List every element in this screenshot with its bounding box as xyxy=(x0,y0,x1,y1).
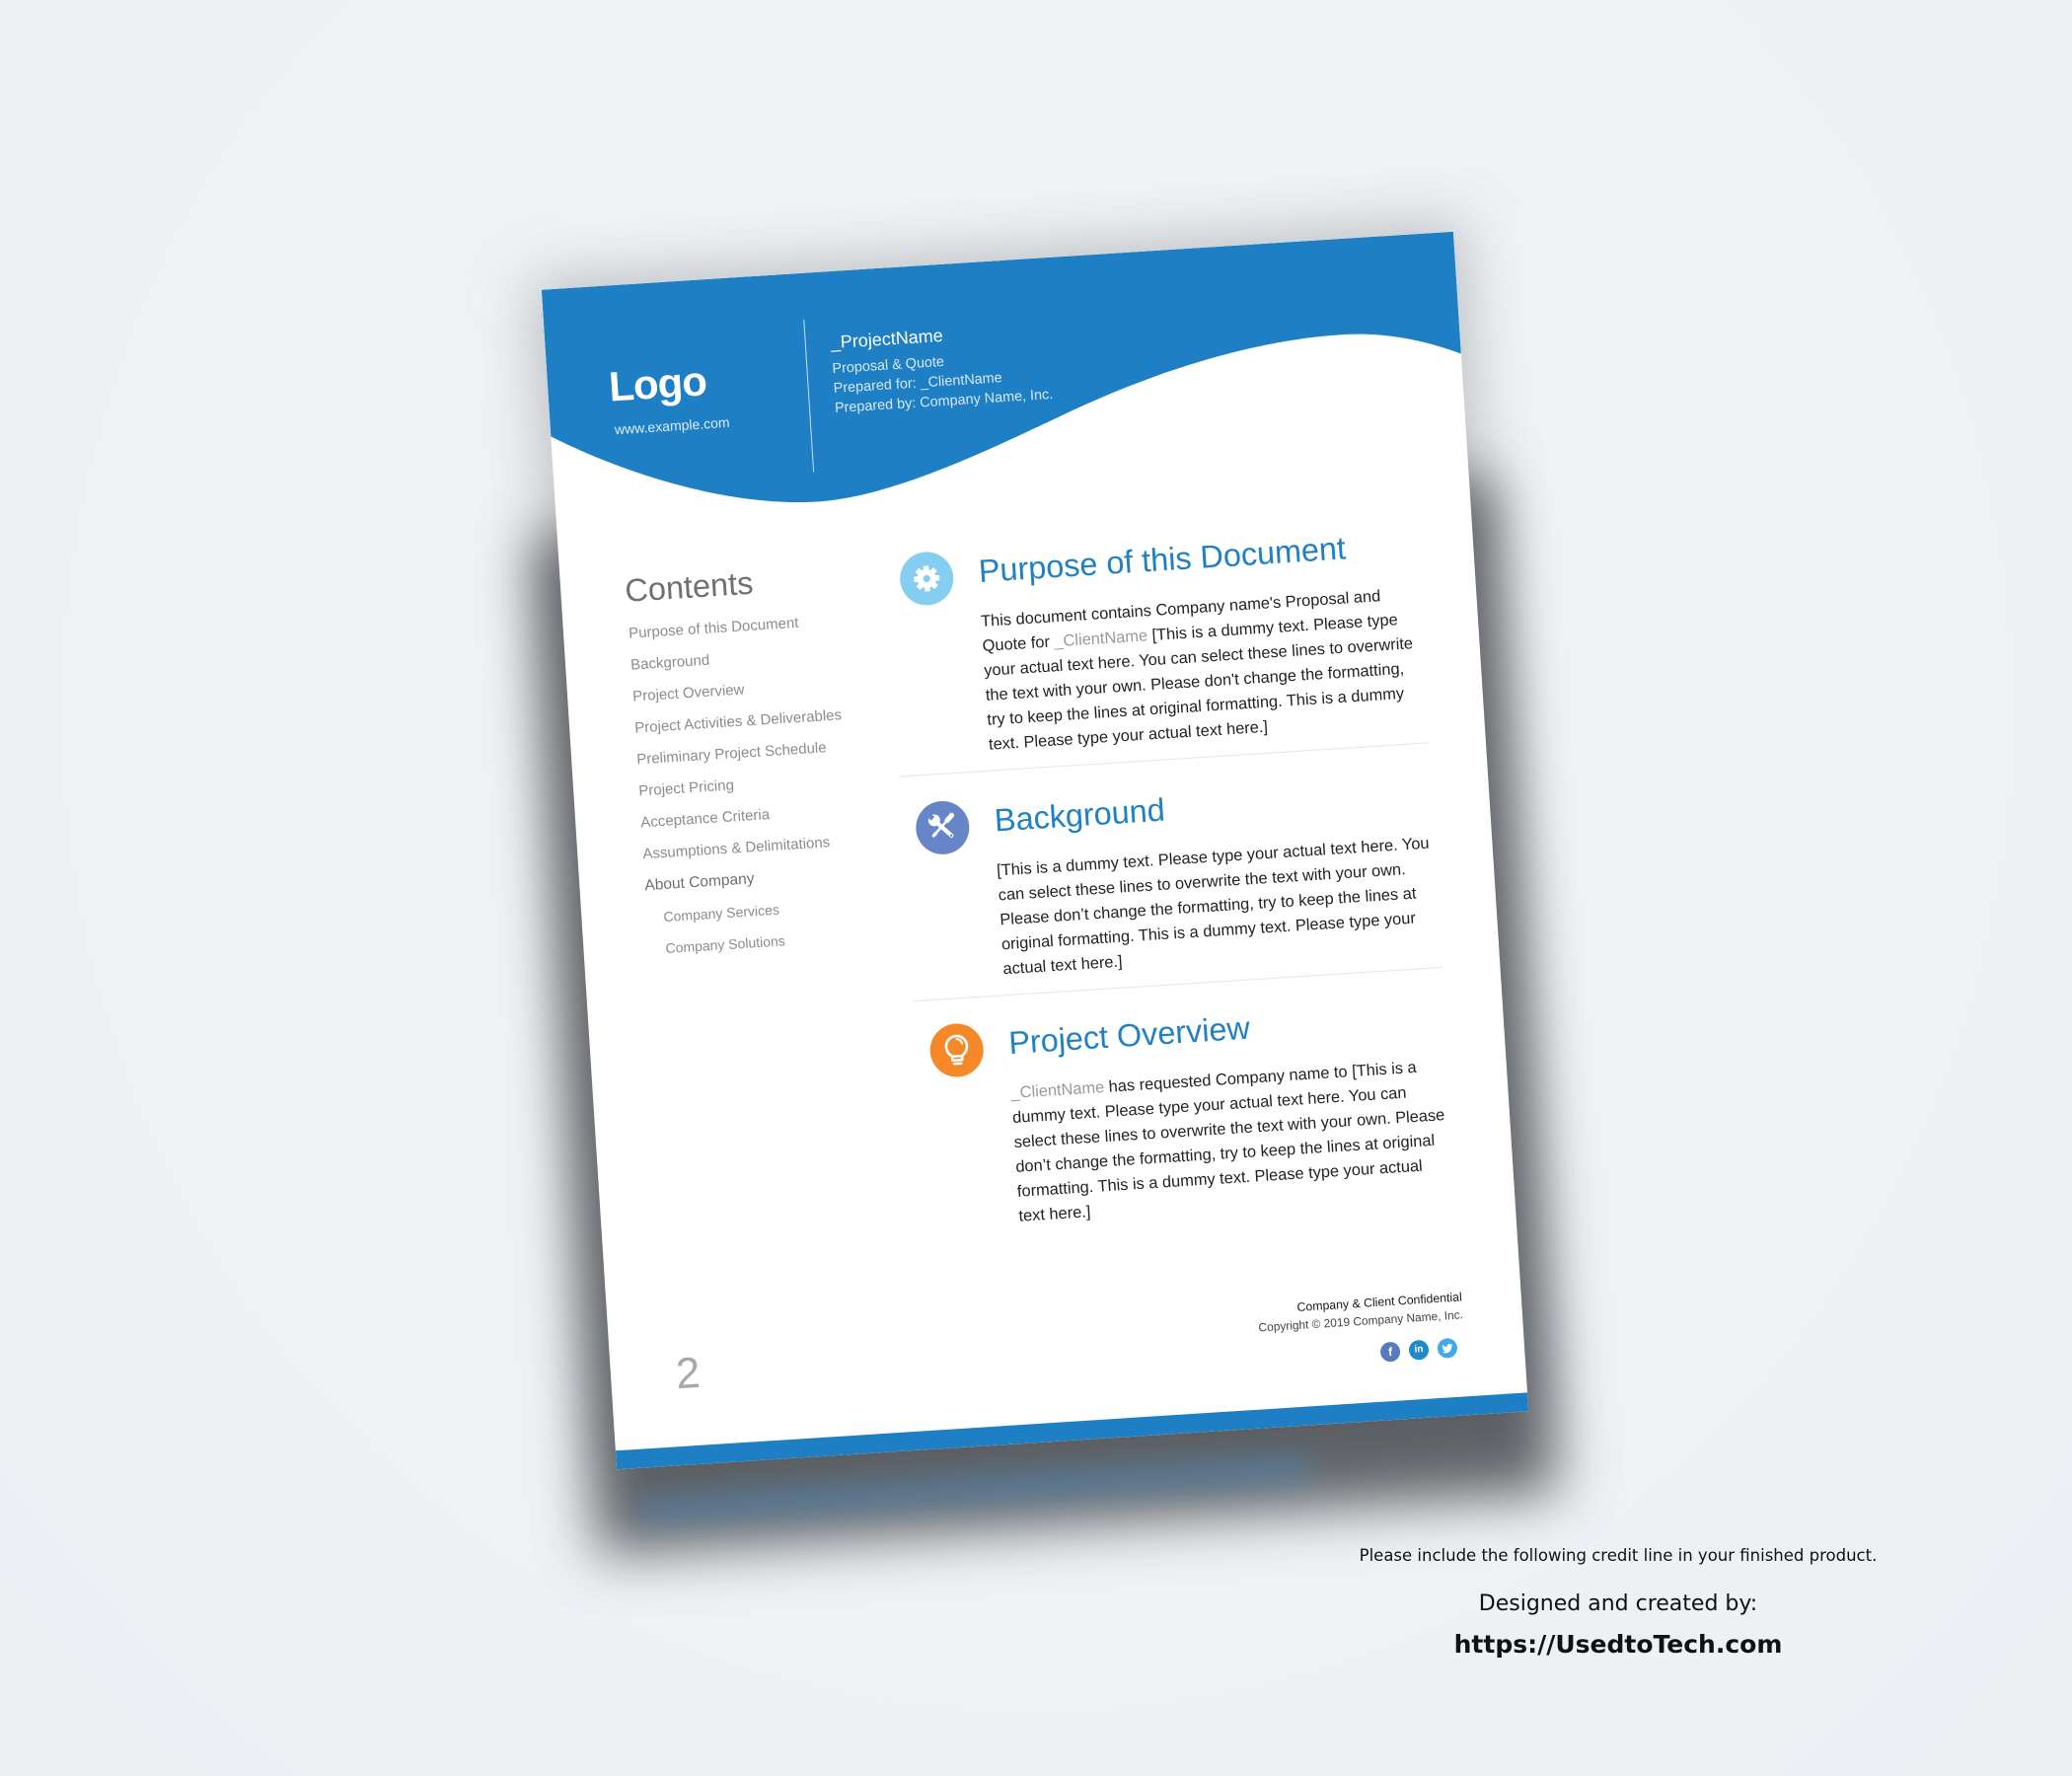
gear-icon xyxy=(898,550,955,608)
section-body: _ClientName has requested Company name t… xyxy=(1010,1054,1460,1229)
credit-designed-by: Designed and created by: xyxy=(1478,1591,1758,1616)
section-purpose: Purpose of this Document This document c… xyxy=(885,524,1431,777)
twitter-icon[interactable] xyxy=(1437,1337,1458,1360)
section-project-overview: Project Overview _ClientName has request… xyxy=(915,996,1459,1235)
section-title: Purpose of this Document xyxy=(977,530,1347,590)
section-body: [This is a dummy text. Please type your … xyxy=(996,831,1443,982)
body-text: text here.] xyxy=(1017,1203,1091,1225)
section-background: Background [This is a dummy text. Please… xyxy=(901,773,1445,1002)
page-number: 2 xyxy=(674,1348,703,1399)
section-divider xyxy=(913,966,1443,1002)
section-title: Project Overview xyxy=(1007,1009,1251,1062)
contents-heading: Contents xyxy=(624,564,755,609)
tools-icon xyxy=(914,799,972,856)
linkedin-icon[interactable]: in xyxy=(1408,1339,1430,1361)
facebook-icon[interactable]: f xyxy=(1379,1341,1401,1363)
document-page-preview: Logo www.example.com _ProjectName Propos… xyxy=(531,221,1559,1555)
company-logo: Logo xyxy=(607,357,708,410)
body-text: actual text here.] xyxy=(1002,952,1124,979)
client-name-placeholder: _ClientName xyxy=(1053,627,1148,651)
section-title: Background xyxy=(993,791,1166,839)
credit-url-link[interactable]: https://UsedtoTech.com xyxy=(1322,1630,1914,1660)
section-body: This document contains Company name's Pr… xyxy=(980,582,1430,758)
table-of-contents: Purpose of this Document Background Projec… xyxy=(628,603,896,965)
credit-note: Please include the following credit line… xyxy=(1359,1546,1878,1565)
client-name-placeholder: _ClientName xyxy=(1010,1078,1105,1103)
lightbulb-icon xyxy=(928,1021,986,1079)
facebook-glyph: f xyxy=(1387,1344,1393,1360)
copyright-notice: Copyright © 2019 Company Name, Inc. xyxy=(1258,1307,1464,1335)
section-divider xyxy=(898,742,1429,777)
body-text: Quote for xyxy=(982,632,1056,655)
linkedin-glyph: in xyxy=(1414,1343,1424,1356)
social-links: f in xyxy=(1379,1337,1458,1363)
document-page: Logo www.example.com _ProjectName Propos… xyxy=(541,231,1529,1470)
